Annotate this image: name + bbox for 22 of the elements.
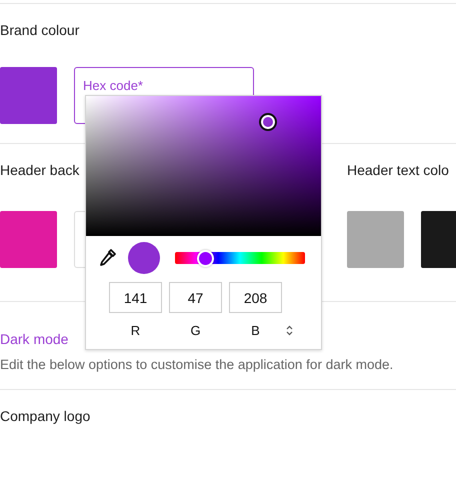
channel-input[interactable]: 208: [229, 282, 282, 313]
slider-handle[interactable]: [197, 250, 214, 266]
section-title: Header back: [0, 162, 80, 178]
channel-label: B: [250, 323, 261, 338]
eyedropper-icon[interactable]: [99, 248, 117, 268]
section-title: Company logo: [0, 408, 90, 424]
section-title: Brand colour: [0, 22, 80, 38]
section-description: Edit the below options to customise the application for dark mode.: [0, 357, 394, 372]
channel-label: R: [130, 323, 142, 338]
color-swatch[interactable]: [0, 67, 57, 124]
up-down-icon[interactable]: [286, 325, 293, 336]
color-preview: [128, 242, 160, 274]
color-swatch[interactable]: [347, 211, 404, 268]
saturation-value-area[interactable]: [86, 96, 321, 236]
color-swatch[interactable]: [0, 211, 57, 268]
channel-input[interactable]: 141: [109, 282, 162, 313]
channel-input[interactable]: 47: [169, 282, 222, 313]
picker-handle[interactable]: [260, 114, 275, 129]
hue-slider[interactable]: [175, 252, 305, 264]
section-title: Header text colo: [347, 162, 449, 178]
section-title: Dark mode: [0, 331, 68, 347]
channel-label: G: [189, 323, 202, 338]
